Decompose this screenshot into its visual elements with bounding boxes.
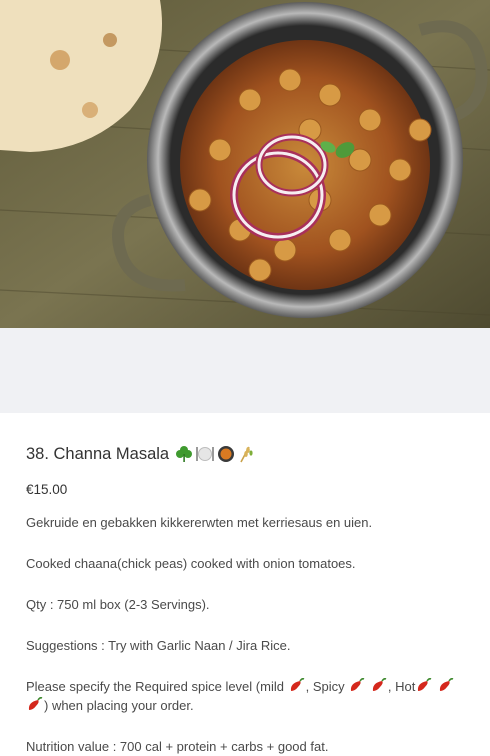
product-image [0,0,490,328]
curry-bowl-icon [218,446,235,462]
product-details: 38. Channa Masala €15.00 Gekruide en geb… [0,413,466,756]
spice-hot: , Hot [387,679,416,694]
plate-cutlery-icon [196,447,215,461]
spice-prefix: Please specify the Required spice level … [26,679,284,694]
chili-pepper-icon [351,678,365,691]
chili-pepper-icon [290,678,304,691]
product-title: 38. Channa Masala [26,445,170,463]
nutrition-info: Nutrition value : 700 cal + protein + ca… [26,739,329,754]
description-dutch: Gekruide en gebakken kikkererwten met ke… [26,515,373,530]
title-emoji-group [175,445,255,463]
chili-pepper-icon [439,678,454,691]
description-english: Cooked chaana(chick peas) cooked with on… [26,556,356,571]
image-spacer [0,328,490,413]
product-title-row: 38. Channa Masala [26,443,466,465]
spice-suffix: ) when placing your order. [44,698,194,713]
product-price: €15.00 [26,482,68,497]
spice-level-note: Please specify the Required spice level … [26,677,466,715]
quantity-info: Qty : 750 ml box (2-3 Servings). [26,597,210,612]
chili-pepper-icon [372,678,387,691]
chili-pepper-icon [418,678,432,691]
suggestions-info: Suggestions : Try with Garlic Naan / Jir… [26,638,291,653]
shamrock-icon [176,446,193,462]
spice-spicy: , Spicy [305,679,345,694]
chili-pepper-icon [28,697,43,710]
wheat-icon [240,446,253,463]
